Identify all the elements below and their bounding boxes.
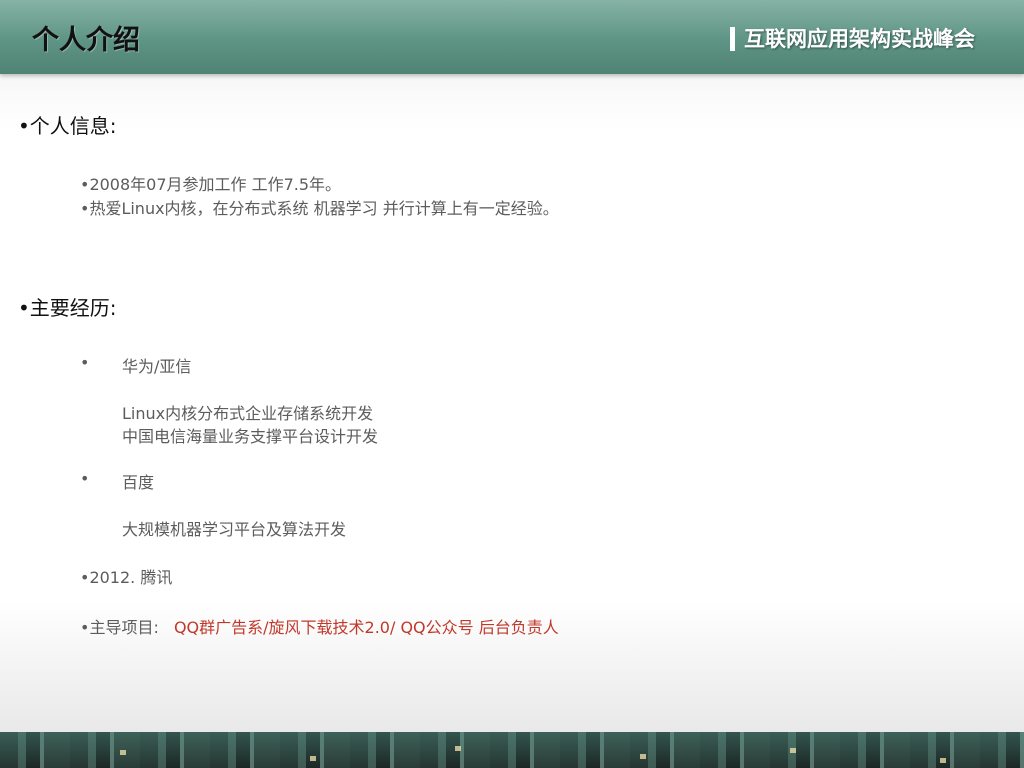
city-light: [120, 750, 126, 755]
city-light: [940, 758, 946, 763]
personal-info-item: •热爱Linux内核，在分布式系统 机器学习 并行计算上有一定经验。: [80, 199, 559, 218]
baidu-detail: 大规模机器学习平台及算法开发: [122, 520, 347, 539]
projects-label: •主导项目:: [80, 618, 159, 637]
bullet-icon: •: [80, 469, 90, 488]
company-huawei: 华为/亚信: [122, 357, 192, 376]
slide-header: 个人介绍 互联网应用架构实战峰会: [0, 0, 1024, 74]
experience-heading: •主要经历:: [18, 296, 117, 320]
city-light: [640, 754, 646, 759]
slide-title: 个人介绍: [32, 25, 140, 56]
cityscape-footer-image: [0, 732, 1024, 768]
personal-info-item: •2008年07月参加工作 工作7.5年。: [80, 175, 342, 194]
company-tencent: •2012. 腾讯: [80, 568, 173, 587]
company-baidu: 百度: [122, 473, 155, 492]
huawei-detail: 中国电信海量业务支撑平台设计开发: [122, 427, 379, 446]
personal-info-heading: •个人信息:: [18, 114, 117, 138]
conference-brand: 互联网应用架构实战峰会: [744, 27, 975, 51]
city-light: [310, 756, 316, 761]
projects-line: •主导项目: QQ群广告系/旋风下载技术2.0/ QQ公众号 后台负责人: [80, 614, 559, 638]
bullet-icon: •: [80, 353, 90, 372]
huawei-detail: Linux内核分布式企业存储系统开发: [122, 404, 374, 423]
brand-divider: [730, 27, 735, 51]
city-light: [455, 746, 461, 751]
projects-value: QQ群广告系/旋风下载技术2.0/ QQ公众号 后台负责人: [173, 618, 559, 637]
city-light: [790, 748, 796, 753]
